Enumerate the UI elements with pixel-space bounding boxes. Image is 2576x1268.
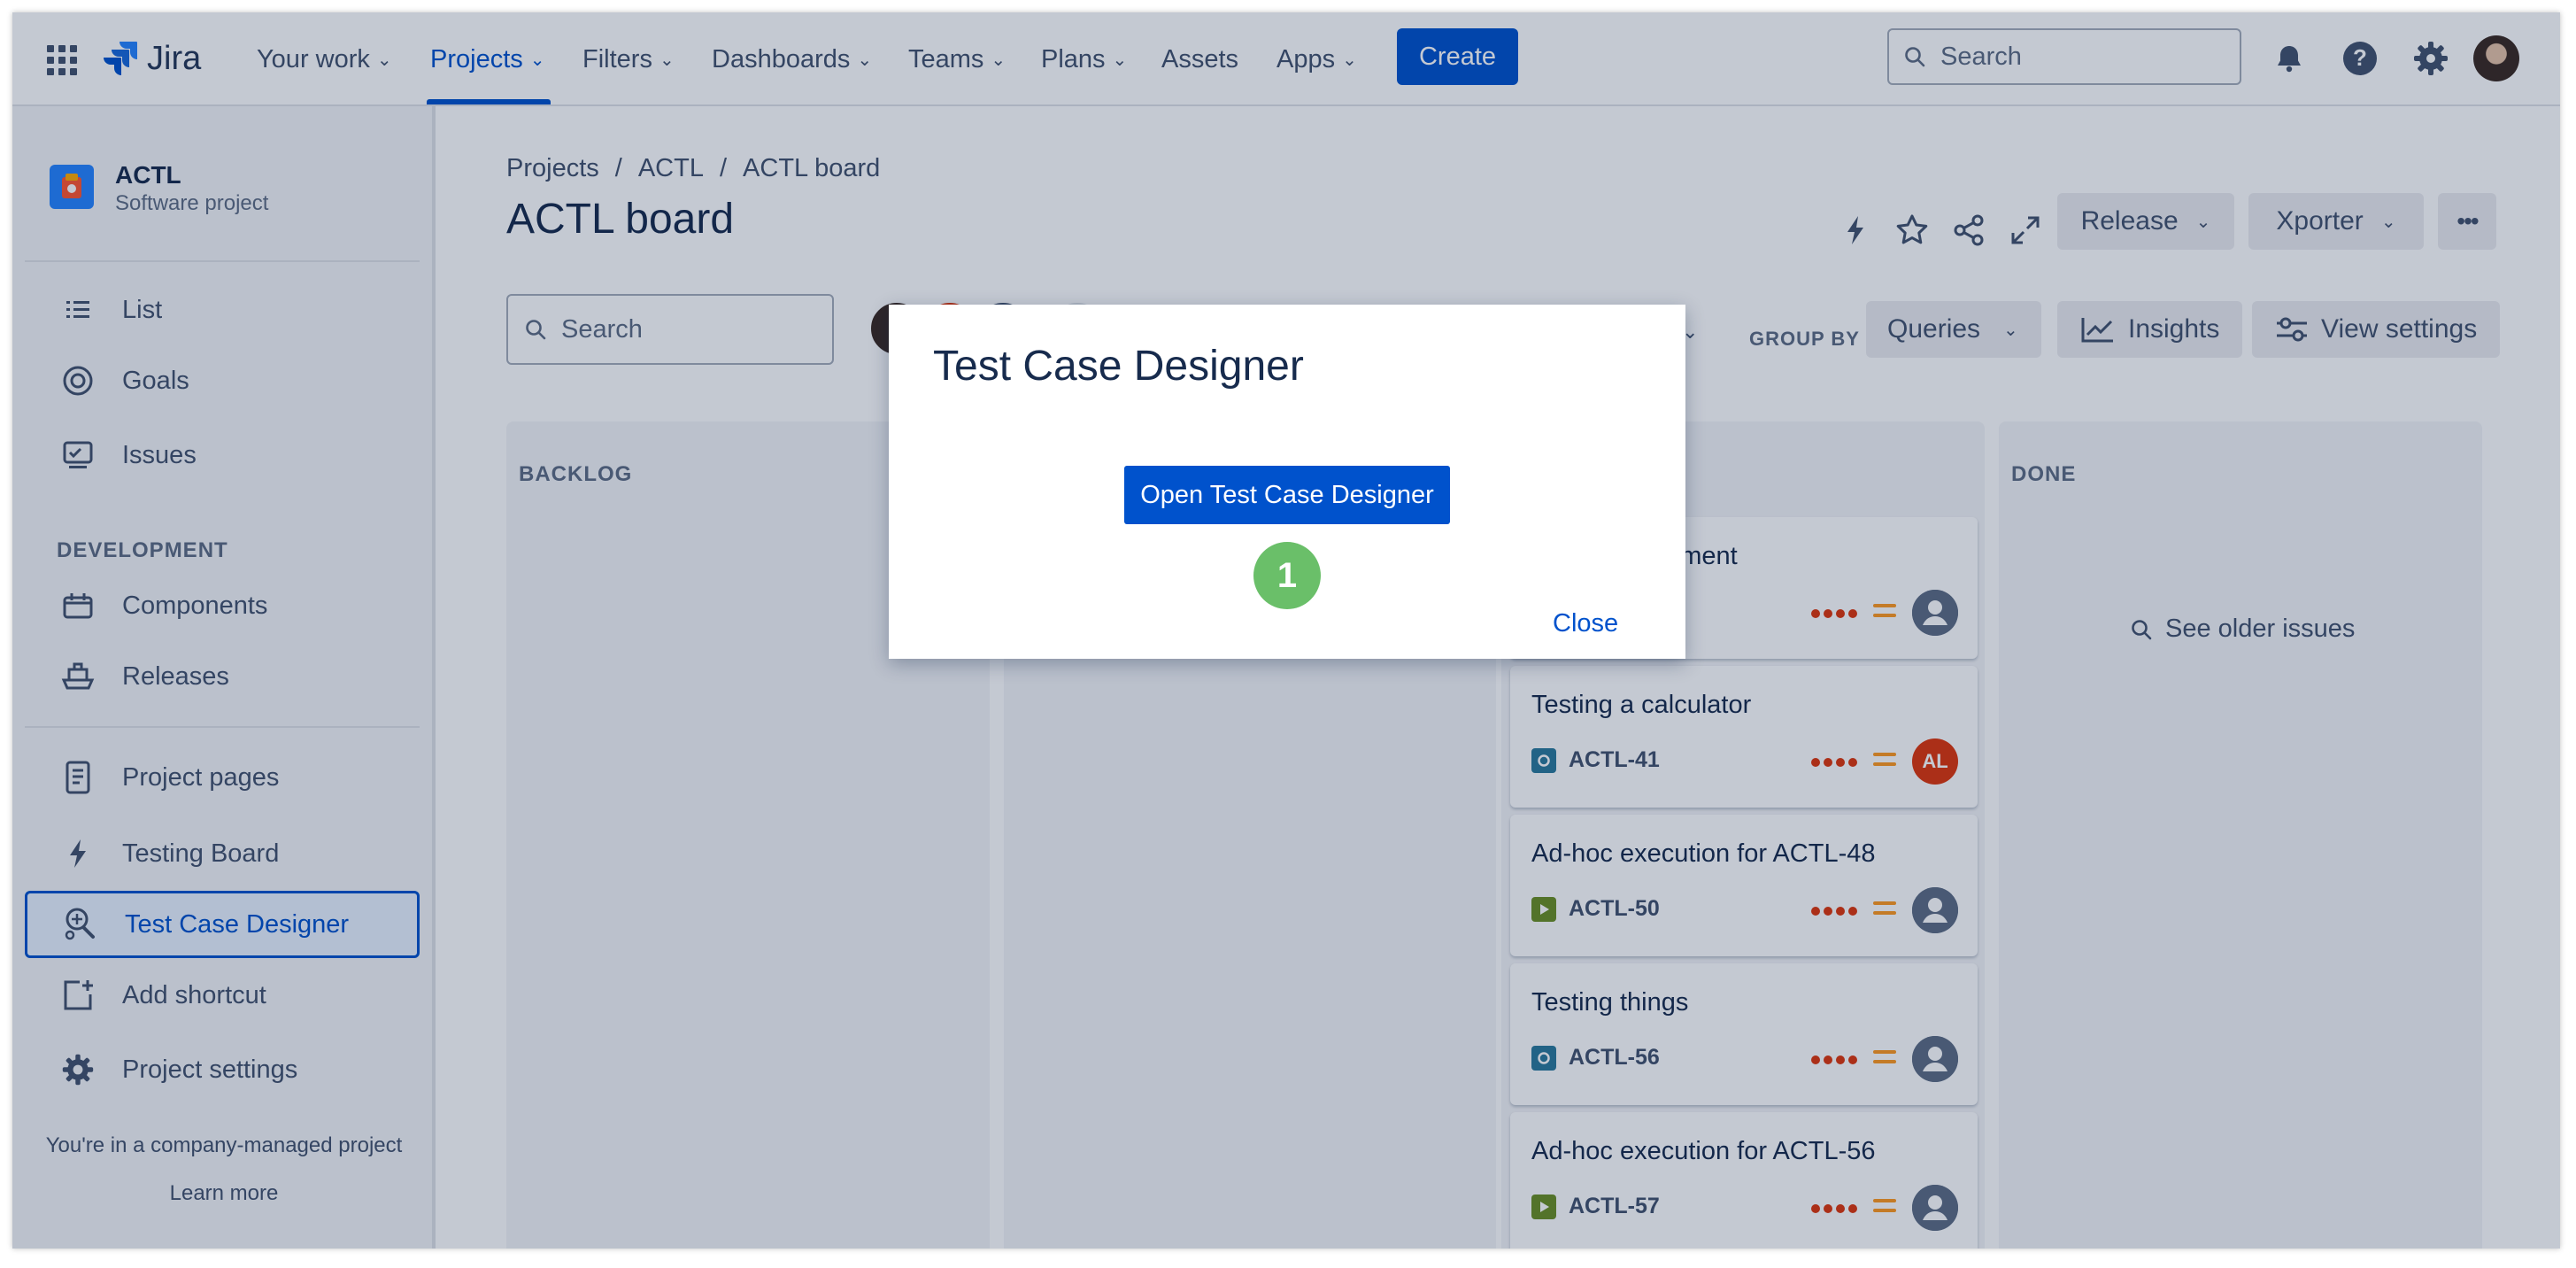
dialog-title: Test Case Designer: [933, 343, 1304, 390]
test-case-designer-dialog: Test Case Designer Open Test Case Design…: [889, 305, 1685, 659]
close-dialog-link[interactable]: Close: [1553, 609, 1618, 638]
step-number-badge: 1: [1253, 542, 1321, 609]
app-window: Jira Your work ⌄ Projects ⌄ Filters ⌄ Dashb…: [12, 12, 2560, 1249]
open-test-case-designer-button[interactable]: Open Test Case Designer: [1124, 466, 1450, 524]
